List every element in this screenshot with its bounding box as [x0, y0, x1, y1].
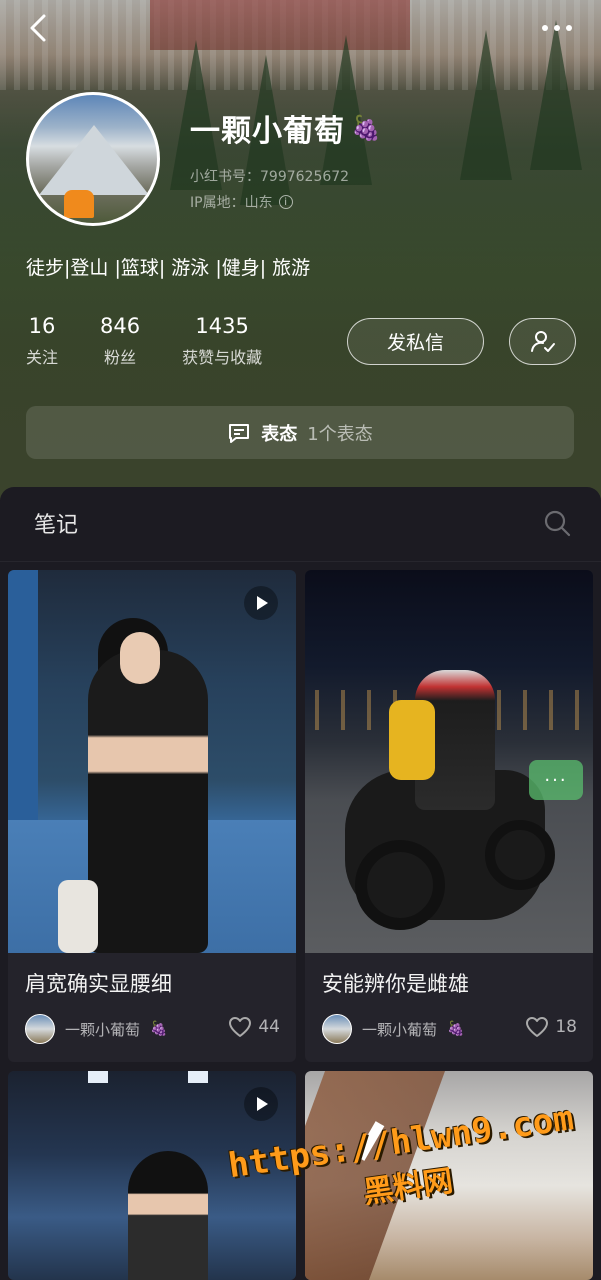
stat-likes[interactable]: 1435 获赞与收藏: [182, 314, 262, 368]
image-face: [120, 632, 160, 684]
ip-text: IP属地：山东: [190, 195, 273, 211]
note-card[interactable]: 肩宽确实显腰细 一颗小葡萄 🍇 44: [8, 570, 296, 1062]
more-button[interactable]: [535, 14, 579, 42]
status-label: 表态: [261, 423, 298, 445]
comment-icon: [229, 423, 250, 443]
image-person: [88, 650, 208, 953]
image-wheel: [485, 820, 555, 890]
search-icon[interactable]: [543, 509, 571, 537]
follow-button[interactable]: [509, 318, 576, 365]
like-button[interactable]: 18: [525, 1016, 577, 1038]
status-reactions[interactable]: 表态 1个表态: [26, 406, 574, 459]
back-button[interactable]: [22, 10, 58, 46]
ip-location: IP属地：山东 i: [190, 192, 293, 212]
author-avatar: [25, 1014, 55, 1044]
cover-tree: [530, 20, 582, 170]
note-author[interactable]: 一颗小葡萄 🍇: [25, 1014, 167, 1044]
stats: 16 关注 846 粉丝 1435 获赞与收藏: [26, 314, 304, 368]
image-backpack: [389, 700, 435, 780]
image-person: [128, 1151, 208, 1280]
user-id: 小红书号：7997625672: [190, 169, 350, 185]
divider: [0, 561, 601, 562]
username: 一颗小葡萄 🍇: [190, 106, 382, 150]
note-title: 肩宽确实显腰细: [25, 972, 172, 996]
author-avatar: [322, 1014, 352, 1044]
image-towel: [58, 880, 98, 953]
info-icon[interactable]: i: [278, 195, 293, 209]
note-image: ···: [305, 570, 593, 953]
author-name: 一颗小葡萄: [65, 1020, 141, 1039]
grape-icon: 🍇: [447, 1021, 465, 1037]
heart-icon: [526, 1017, 549, 1037]
stat-label: 获赞与收藏: [182, 348, 263, 367]
bio: 徒步|登山 |篮球| 游泳 |健身| 旅游: [26, 257, 311, 279]
more-icon-dot: [554, 25, 560, 31]
follow-user-icon: [530, 330, 555, 352]
grape-icon: 🍇: [351, 114, 382, 142]
stat-value: 1435: [195, 314, 249, 338]
note-card[interactable]: ··· 安能辨你是雌雄 一颗小葡萄 🍇 18: [305, 570, 593, 1062]
stat-value: 16: [28, 314, 56, 338]
cover-tree: [460, 30, 512, 180]
like-button[interactable]: 44: [228, 1016, 280, 1038]
note-title: 安能辨你是雌雄: [322, 972, 469, 996]
play-icon: [244, 1087, 278, 1121]
more-icon: [542, 25, 548, 31]
like-count: 18: [555, 1017, 577, 1037]
back-icon: [30, 14, 46, 42]
avatar-person: [64, 190, 94, 218]
image-lamp: [188, 1071, 208, 1083]
image-lamp: [88, 1071, 108, 1083]
stat-following[interactable]: 16 关注: [26, 314, 58, 368]
avatar[interactable]: [26, 92, 160, 226]
note-author[interactable]: 一颗小葡萄 🍇: [322, 1014, 464, 1044]
username-text: 一颗小葡萄: [190, 114, 345, 149]
heart-icon: [229, 1017, 252, 1037]
grape-icon: 🍇: [150, 1021, 168, 1037]
more-icon-dot: [566, 25, 572, 31]
note-image: [8, 570, 296, 953]
status-count: 1个表态: [307, 423, 373, 445]
stat-followers[interactable]: 846 粉丝: [100, 314, 140, 368]
like-count: 44: [258, 1017, 280, 1037]
send-message-button[interactable]: 发私信: [347, 318, 484, 365]
stat-value: 846: [100, 314, 141, 338]
stat-label: 关注: [26, 348, 59, 367]
image-wheel: [355, 840, 445, 930]
notes-tab[interactable]: 笔记: [34, 507, 78, 539]
floating-chat-bubble[interactable]: ···: [529, 760, 583, 800]
play-icon: [244, 586, 278, 620]
stat-label: 粉丝: [104, 348, 137, 367]
avatar-mountain: [39, 125, 149, 195]
author-name: 一颗小葡萄: [362, 1020, 438, 1039]
